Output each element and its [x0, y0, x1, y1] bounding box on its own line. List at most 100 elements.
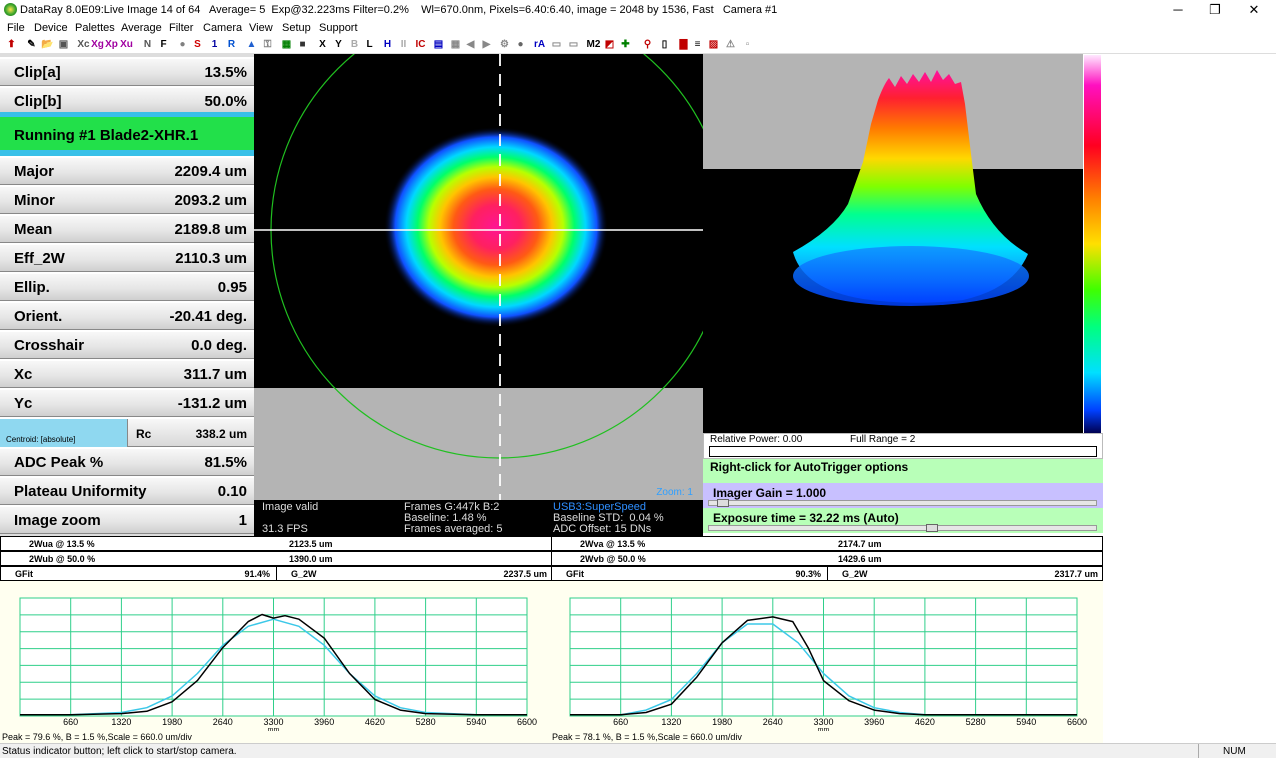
toolbar-button-7[interactable]: Xp — [104, 38, 119, 52]
minor-row[interactable]: Minor 2093.2 um — [0, 185, 254, 214]
profile-plot-v[interactable]: 660 1320 1980 2640 3300 3960 4620 5280 5940 6600 m… — [550, 581, 1102, 731]
autotrigger-panel[interactable]: Right-click for AutoTrigger options — [703, 459, 1103, 483]
toolbar-button-8[interactable]: Xu — [119, 38, 134, 52]
imager-gain-slider[interactable] — [708, 499, 1097, 507]
toolbar-button-31[interactable]: ● — [513, 38, 528, 52]
toolbar-button-36[interactable]: ◩ — [602, 38, 617, 52]
adc-peak-value: 81.5% — [204, 454, 247, 471]
beam-3d-view[interactable] — [703, 54, 1083, 433]
menu-palettes[interactable]: Palettes — [75, 22, 115, 34]
beam-2d-view[interactable]: Zoom: 1 — [254, 54, 703, 500]
ellip-row[interactable]: Ellip. 0.95 — [0, 272, 254, 301]
toolbar-button-20[interactable]: Y — [331, 38, 346, 52]
maximize-button[interactable]: ❐ — [1197, 1, 1233, 19]
zoom-row[interactable]: Image zoom 1 — [0, 505, 254, 534]
toolbar-button-33[interactable]: ▭ — [549, 38, 564, 52]
toolbar-button-17[interactable]: ▦ — [279, 38, 294, 52]
color-palette-bar[interactable] — [1083, 54, 1102, 434]
crosshair-value: 0.0 deg. — [191, 337, 247, 354]
clip-b-value: 50.0% — [204, 93, 247, 110]
orient-label: Orient. — [14, 308, 63, 325]
toolbar-button-30[interactable]: ⚙ — [497, 38, 512, 52]
toolbar-button-38[interactable]: ⚲ — [640, 38, 655, 52]
table-row: 2Wvb @ 50.0 % 1429.6 um — [551, 551, 1103, 566]
v-tick-label: 5940 — [1016, 717, 1036, 727]
toolbar-button-15[interactable]: ▲ — [244, 38, 259, 52]
close-button[interactable]: ✕ — [1236, 1, 1272, 19]
menu-average[interactable]: Average — [121, 22, 162, 34]
toolbar-button-19[interactable]: X — [315, 38, 330, 52]
fps-text: 31.3 FPS — [262, 523, 308, 535]
toolbar-button-24[interactable]: II — [396, 38, 411, 52]
exposure-thumb[interactable] — [926, 524, 938, 532]
toolbar-button-25[interactable]: IC — [413, 38, 428, 52]
toolbar-button-41[interactable]: ≡ — [690, 38, 705, 52]
toolbar-button-1[interactable]: ⬆ — [4, 38, 19, 52]
toolbar-button-6[interactable]: Xg — [90, 38, 105, 52]
gfit-left-cell: GFit 91.4% — [0, 566, 277, 581]
menu-camera[interactable]: Camera — [203, 22, 242, 34]
toolbar-button-2[interactable]: ✎ — [24, 38, 39, 52]
beam-3d-image — [703, 54, 1083, 306]
toolbar: ⬆ ✎ 📂 ▣ Xc Xg Xp Xu N F ● S 1 R ▲ ⚿ ▦ ■ X Y B L H II IC ▤ ▦ ◀ ▶ ⚙ ● rA ▭… — [0, 37, 1276, 54]
toolbar-button-9[interactable]: N — [140, 38, 155, 52]
toolbar-button-18[interactable]: ■ — [295, 38, 310, 52]
clip-a-row[interactable]: Clip[a] 13.5% — [0, 57, 254, 86]
clip-b-row[interactable]: Clip[b] 50.0% — [0, 86, 254, 115]
toolbar-button-29[interactable]: ▶ — [479, 38, 494, 52]
adc-peak-row[interactable]: ADC Peak % 81.5% — [0, 447, 254, 476]
imager-gain-thumb[interactable] — [717, 499, 729, 507]
toolbar-button-42[interactable]: ▨ — [706, 38, 721, 52]
status-bar: Status indicator button; left click to s… — [0, 743, 1276, 758]
profile-plot-u[interactable]: 660 1320 1980 2640 3300 3960 4620 5280 5940 6600 m… — [0, 581, 552, 731]
measurement-panel: Clip[a] 13.5% Clip[b] 50.0% Running #1 B… — [0, 54, 254, 536]
toolbar-button-37[interactable]: ✚ — [618, 38, 633, 52]
toolbar-button-39[interactable]: ▯ — [657, 38, 672, 52]
eff-2w-row[interactable]: Eff_2W 2110.3 um — [0, 243, 254, 272]
toolbar-button-34[interactable]: ▭ — [566, 38, 581, 52]
minor-label: Minor — [14, 192, 55, 209]
yc-row[interactable]: Yc -131.2 um — [0, 388, 254, 417]
toolbar-button-21[interactable]: B — [347, 38, 362, 52]
toolbar-button-32[interactable]: rA — [532, 38, 547, 52]
toolbar-button-28[interactable]: ◀ — [463, 38, 478, 52]
toolbar-button-22[interactable]: L — [362, 38, 377, 52]
toolbar-button-11[interactable]: ● — [175, 38, 190, 52]
toolbar-button-5[interactable]: Xc — [76, 38, 91, 52]
toolbar-button-14[interactable]: R — [224, 38, 239, 52]
menu-device[interactable]: Device — [34, 22, 68, 34]
toolbar-button-12[interactable]: S — [190, 38, 205, 52]
orient-row[interactable]: Orient. -20.41 deg. — [0, 301, 254, 330]
toolbar-button-26[interactable]: ▤ — [431, 38, 446, 52]
menu-support[interactable]: Support — [319, 22, 358, 34]
crosshair-row[interactable]: Crosshair 0.0 deg. — [0, 330, 254, 359]
toolbar-button-13[interactable]: 1 — [207, 38, 222, 52]
toolbar-button-27[interactable]: ▦ — [448, 38, 463, 52]
plateau-row[interactable]: Plateau Uniformity 0.10 — [0, 476, 254, 505]
toolbar-button-3[interactable]: 📂 — [40, 38, 55, 52]
gfit-label: GFit — [15, 569, 33, 579]
centroid-row[interactable]: Centroid: [absolute] Rc 338.2 um — [0, 417, 254, 447]
toolbar-button-23[interactable]: H — [380, 38, 395, 52]
toolbar-button-43[interactable]: ⚠ — [723, 38, 738, 52]
autotrigger-text: Right-click for AutoTrigger options — [710, 460, 909, 474]
major-row[interactable]: Major 2209.4 um — [0, 156, 254, 185]
toolbar-button-44[interactable]: ▫ — [740, 38, 755, 52]
toolbar-button-16[interactable]: ⚿ — [260, 38, 275, 52]
mean-row[interactable]: Mean 2189.8 um — [0, 214, 254, 243]
exposure-slider[interactable] — [708, 524, 1097, 532]
menu-view[interactable]: View — [249, 22, 273, 34]
xc-row[interactable]: Xc 311.7 um — [0, 359, 254, 388]
centroid-mode[interactable]: Centroid: [absolute] — [0, 419, 128, 447]
toolbar-button-10[interactable]: F — [156, 38, 171, 52]
menu-filter[interactable]: Filter — [169, 22, 193, 34]
menu-setup[interactable]: Setup — [282, 22, 311, 34]
toolbar-button-4[interactable]: ▣ — [56, 38, 71, 52]
toolbar-button-35[interactable]: M2 — [586, 38, 601, 52]
minimize-button[interactable]: ─ — [1160, 1, 1196, 19]
window-title: DataRay 8.0E09:Live Image 14 of 64 Avera… — [20, 4, 778, 16]
toolbar-button-40[interactable]: ▇ — [676, 38, 691, 52]
running-status[interactable]: Running #1 Blade2-XHR.1 — [0, 117, 254, 150]
menu-file[interactable]: File — [7, 22, 25, 34]
centroid-mode-label: Centroid: [absolute] — [6, 435, 76, 444]
